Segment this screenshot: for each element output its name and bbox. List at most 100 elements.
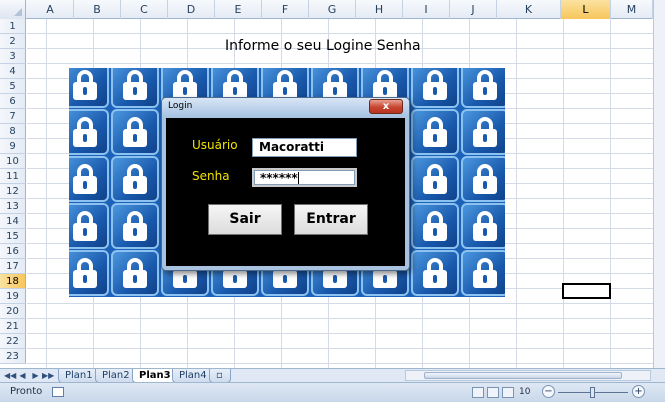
- password-mask: ******: [260, 171, 298, 185]
- normal-view-icon[interactable]: [472, 387, 484, 398]
- page-layout-view-icon[interactable]: [487, 387, 499, 398]
- keyhole-icon: [133, 228, 137, 236]
- row-header-12[interactable]: 12: [0, 184, 26, 199]
- row-header-4[interactable]: 4: [0, 64, 26, 79]
- zoom-in-button[interactable]: +: [632, 385, 645, 398]
- status-bar: Pronto 10 − +: [0, 382, 665, 402]
- keyhole-icon: [383, 87, 387, 95]
- row-header-18[interactable]: 18: [0, 274, 26, 289]
- row-header-7[interactable]: 7: [0, 109, 26, 124]
- row-header-11[interactable]: 11: [0, 169, 26, 184]
- zoom-out-button[interactable]: −: [542, 385, 555, 398]
- column-header-f[interactable]: F: [262, 0, 309, 19]
- last-sheet-icon[interactable]: ▶▶: [42, 370, 54, 381]
- keyhole-icon: [133, 134, 137, 142]
- keyhole-icon: [283, 275, 287, 283]
- keyhole-icon: [433, 134, 437, 142]
- row-header-8[interactable]: 8: [0, 124, 26, 139]
- keyhole-icon: [133, 275, 137, 283]
- lock-tile: [69, 109, 109, 155]
- row-header-21[interactable]: 21: [0, 319, 26, 334]
- keyhole-icon: [483, 181, 487, 189]
- row-header-2[interactable]: 2: [0, 34, 26, 49]
- lock-tile: [411, 68, 459, 108]
- prev-sheet-icon[interactable]: ◀: [17, 370, 28, 381]
- row-header-23[interactable]: 23: [0, 349, 26, 364]
- lock-tile: [111, 250, 159, 296]
- lock-tile: [111, 203, 159, 249]
- row-header-17[interactable]: 17: [0, 259, 26, 274]
- lock-tile: [411, 156, 459, 202]
- active-cell-l18[interactable]: [562, 283, 611, 299]
- first-sheet-icon[interactable]: ◀◀: [4, 370, 16, 381]
- column-header-row: A B C D E F G H I J K L M: [0, 0, 665, 19]
- column-header-b[interactable]: B: [74, 0, 121, 19]
- row-header-22[interactable]: 22: [0, 334, 26, 349]
- user-input[interactable]: Macoratti: [252, 138, 357, 157]
- row-header-20[interactable]: 20: [0, 304, 26, 319]
- row-header-3[interactable]: 3: [0, 49, 26, 64]
- column-header-a[interactable]: A: [27, 0, 74, 19]
- zoom-slider-thumb[interactable]: [590, 387, 595, 398]
- keyhole-icon: [383, 275, 387, 283]
- keyhole-icon: [183, 275, 187, 283]
- keyhole-icon: [433, 87, 437, 95]
- column-header-j[interactable]: J: [450, 0, 497, 19]
- zoom-level[interactable]: 10: [519, 387, 530, 397]
- keyhole-icon: [183, 87, 187, 95]
- row-header-13[interactable]: 13: [0, 199, 26, 214]
- lock-tile: [461, 156, 505, 202]
- lock-tile: [461, 203, 505, 249]
- insert-sheet-button[interactable]: ▫: [209, 369, 231, 383]
- column-header-m[interactable]: M: [611, 0, 653, 19]
- horizontal-scrollbar[interactable]: [405, 370, 651, 381]
- lock-tile: [461, 109, 505, 155]
- column-header-h[interactable]: H: [356, 0, 403, 19]
- tab-plan1[interactable]: Plan1: [58, 369, 100, 383]
- keyhole-icon: [83, 134, 87, 142]
- lock-tile: [111, 109, 159, 155]
- column-header-i[interactable]: I: [403, 0, 450, 19]
- keyhole-icon: [483, 134, 487, 142]
- sheet-heading: Informe o seu Logine Senha: [225, 38, 421, 54]
- vertical-scrollbar[interactable]: [653, 0, 665, 368]
- keyhole-icon: [283, 87, 287, 95]
- column-header-c[interactable]: C: [121, 0, 168, 19]
- lock-tile: [69, 203, 109, 249]
- keyhole-icon: [133, 87, 137, 95]
- lock-tile: [111, 68, 159, 108]
- row-header-9[interactable]: 9: [0, 139, 26, 154]
- column-header-l[interactable]: L: [561, 0, 611, 19]
- password-input[interactable]: ******: [252, 168, 357, 187]
- tab-plan4[interactable]: Plan4: [172, 369, 214, 383]
- tab-plan3[interactable]: Plan3: [132, 369, 178, 383]
- keyhole-icon: [433, 275, 437, 283]
- close-button[interactable]: x: [369, 99, 403, 114]
- column-header-g[interactable]: G: [309, 0, 356, 19]
- select-all-corner[interactable]: [0, 0, 26, 19]
- next-sheet-icon[interactable]: ▶: [30, 370, 41, 381]
- tab-plan2[interactable]: Plan2: [95, 369, 137, 383]
- lock-tile: [411, 203, 459, 249]
- password-label: Senha: [192, 169, 230, 183]
- page-break-view-icon[interactable]: [502, 387, 514, 398]
- lock-tile: [69, 250, 109, 296]
- row-header-19[interactable]: 19: [0, 289, 26, 304]
- row-header-14[interactable]: 14: [0, 214, 26, 229]
- row-header-10[interactable]: 10: [0, 154, 26, 169]
- macro-record-icon[interactable]: [52, 387, 64, 397]
- scroll-thumb[interactable]: [424, 372, 622, 379]
- column-header-d[interactable]: D: [168, 0, 215, 19]
- row-header-6[interactable]: 6: [0, 94, 26, 109]
- keyhole-icon: [83, 87, 87, 95]
- enter-button[interactable]: Entrar: [294, 204, 368, 235]
- exit-button[interactable]: Sair: [208, 204, 282, 235]
- row-header-5[interactable]: 5: [0, 79, 26, 94]
- row-header-15[interactable]: 15: [0, 229, 26, 244]
- dialog-titlebar[interactable]: Login x: [162, 98, 409, 116]
- column-header-e[interactable]: E: [215, 0, 262, 19]
- column-header-k[interactable]: K: [497, 0, 561, 19]
- lock-tile: [461, 250, 505, 296]
- row-header-16[interactable]: 16: [0, 244, 26, 259]
- row-header-1[interactable]: 1: [0, 19, 26, 34]
